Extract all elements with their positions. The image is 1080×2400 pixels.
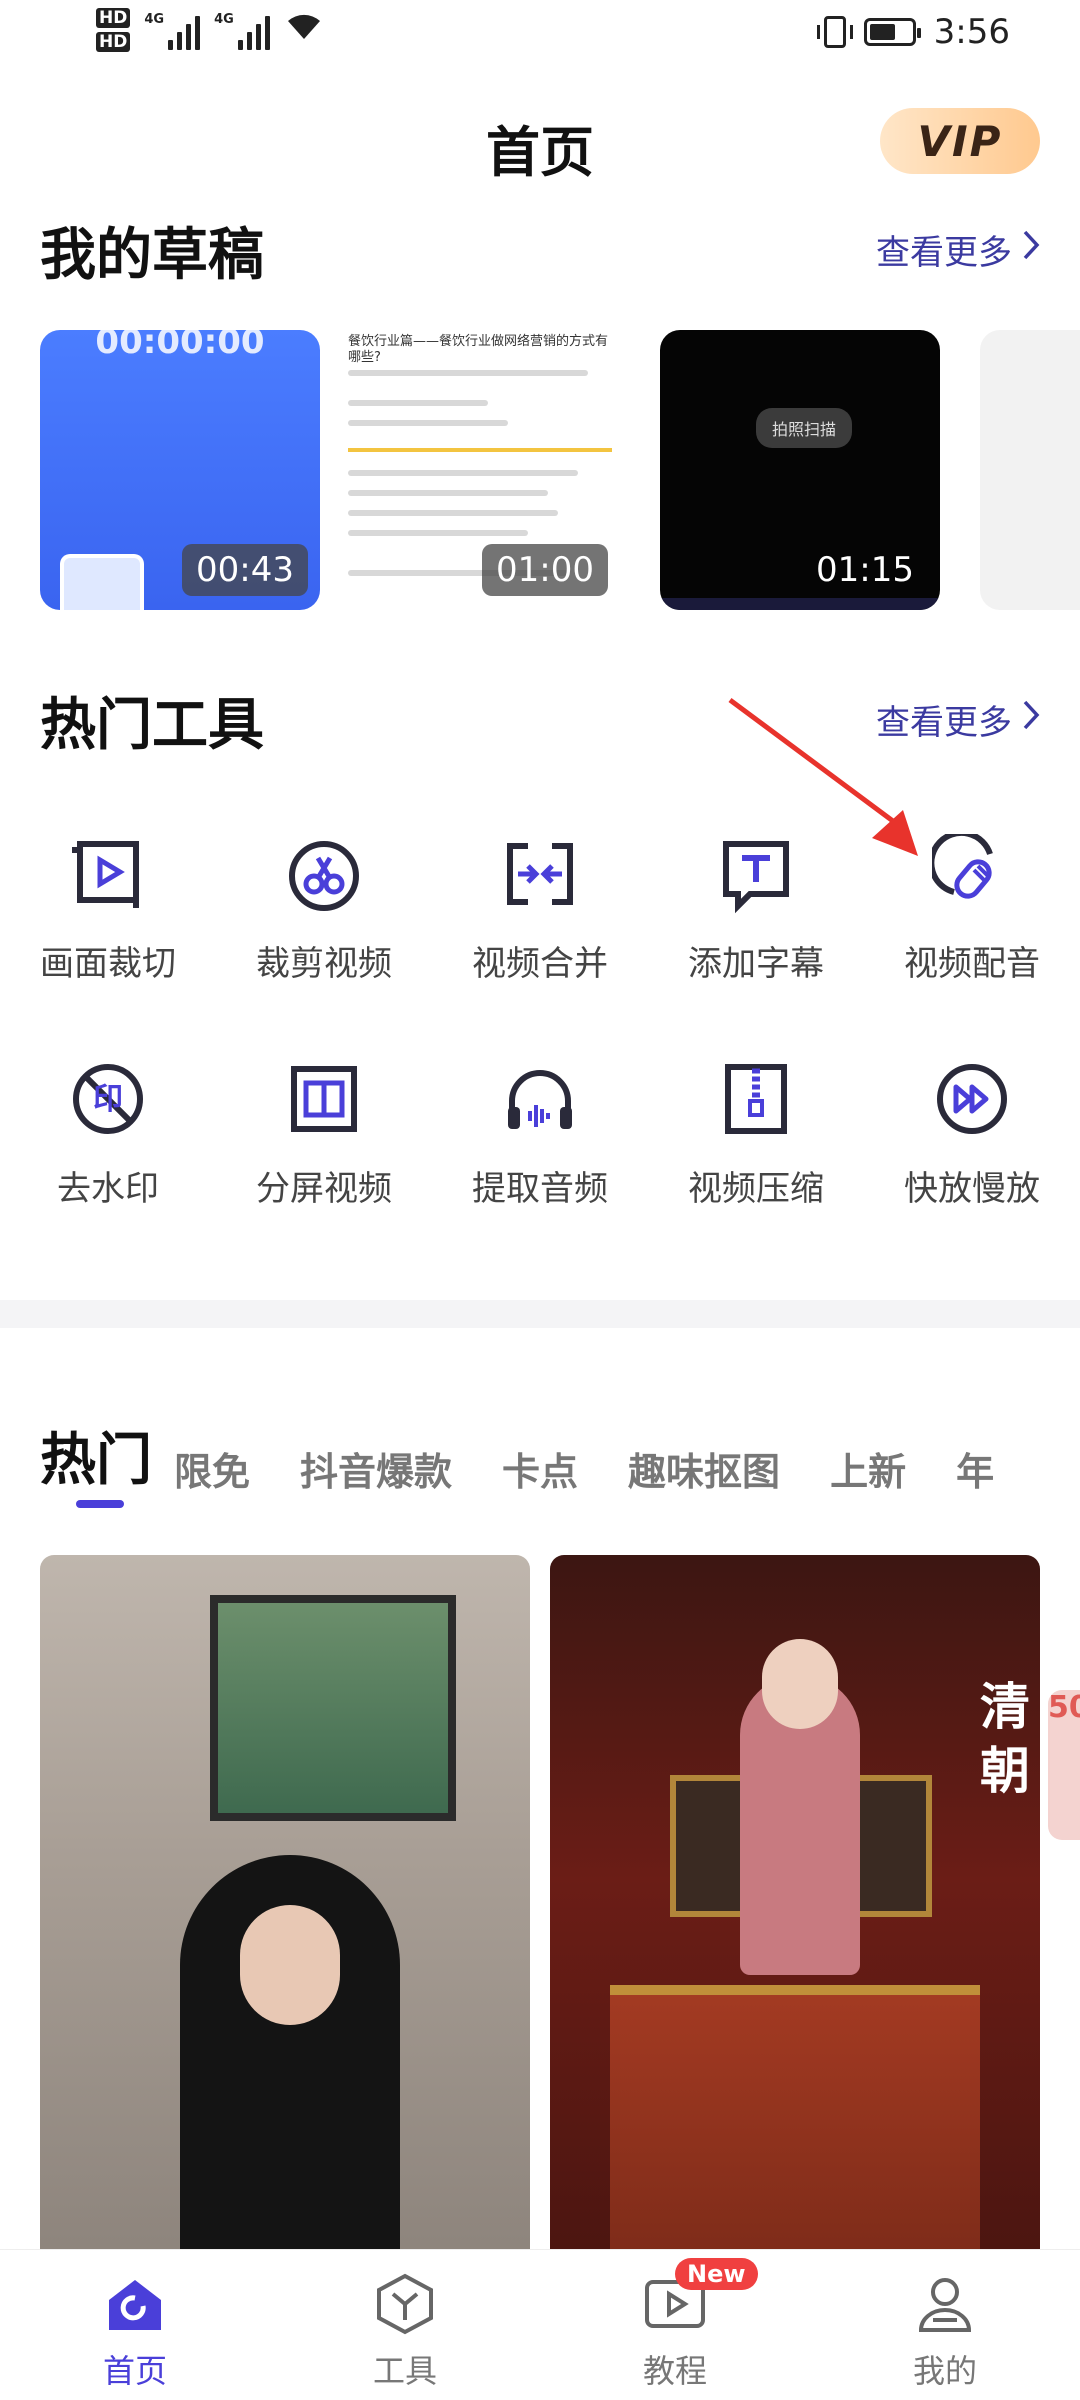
nav-profile[interactable]: 我的	[810, 2250, 1080, 2400]
tab-new[interactable]: 上新	[830, 1441, 906, 1496]
section-divider	[0, 1300, 1080, 1328]
network-type-2: 4G	[214, 12, 234, 27]
draft-duration: 00:43	[182, 544, 308, 596]
subtitle-icon	[712, 830, 800, 918]
phone-thumbnail	[60, 554, 144, 610]
nav-label: 我的	[912, 2352, 977, 2390]
face	[762, 1639, 838, 1729]
split-screen-icon	[280, 1055, 368, 1143]
tool-label: 分屏视频	[256, 1169, 392, 1209]
nav-tools[interactable]: 工具	[270, 2250, 540, 2400]
throne	[610, 1985, 980, 2275]
vibrate-icon	[816, 16, 853, 48]
speed-icon	[928, 1055, 1016, 1143]
promo-side-badge[interactable]: 50	[1048, 1690, 1080, 1840]
drafts-title: 我的草稿	[40, 223, 264, 288]
tab-beat[interactable]: 卡点	[502, 1441, 578, 1496]
status-bar: HD HD 4G 4G 3:56	[0, 0, 1080, 80]
battery-icon	[863, 18, 921, 46]
tools-title: 热门工具	[40, 693, 264, 758]
tool-label: 视频合并	[472, 944, 608, 984]
home-icon	[103, 2272, 167, 2336]
crop-play-icon	[64, 830, 152, 918]
vip-button[interactable]: VIP	[880, 108, 1040, 174]
category-tabs: 热门 限免 抖音爆款 卡点 趣味抠图 上新 年	[40, 1415, 1044, 1496]
tool-subtitle[interactable]: 添加字幕	[648, 830, 864, 985]
hd-badge-1: HD	[96, 8, 131, 28]
active-tab-indicator	[76, 1500, 124, 1508]
tab-free[interactable]: 限免	[174, 1441, 250, 1496]
nav-label: 工具	[372, 2352, 437, 2390]
tool-compress[interactable]: 视频压缩	[648, 1055, 864, 1210]
signal-icon: 4G	[144, 10, 201, 50]
tool-trim[interactable]: 裁剪视频	[216, 830, 432, 985]
draft-item[interactable]: 00:00:00 00:43	[40, 330, 320, 610]
tab-hot[interactable]: 热门	[40, 1415, 152, 1496]
zip-icon	[712, 1055, 800, 1143]
signal-icon-2: 4G	[214, 10, 270, 50]
draft-headline: 餐饮行业篇——餐饮行业做网络营销的方式有哪些?	[348, 334, 609, 365]
draft-overlay-text: 拍照扫描	[756, 408, 853, 448]
template-card[interactable]	[40, 1555, 530, 2275]
face	[240, 1905, 340, 2025]
tools-icon	[373, 2272, 437, 2336]
hd-badge-2: HD	[96, 32, 131, 52]
tool-speed[interactable]: 快放慢放	[864, 1055, 1080, 1210]
draft-item[interactable]: 餐饮行业篇——餐饮行业做网络营销的方式有哪些? 01:00	[340, 330, 620, 610]
nav-tutorial[interactable]: New 教程	[540, 2250, 810, 2400]
tool-label: 提取音频	[472, 1169, 608, 1209]
tool-label: 视频压缩	[688, 1169, 824, 1209]
template-card[interactable]: 清 朝	[550, 1555, 1040, 2275]
card-caption: 清 朝	[980, 1675, 1030, 1803]
draft-duration: 01:00	[482, 544, 608, 596]
tool-crop[interactable]: 画面裁切	[0, 830, 216, 985]
nav-label: 教程	[642, 2352, 707, 2390]
tool-label: 添加字幕	[688, 944, 824, 984]
tab-cutout[interactable]: 趣味抠图	[628, 1441, 780, 1496]
chevron-right-icon	[1022, 699, 1040, 740]
wifi-icon	[284, 9, 324, 52]
drafts-more-link[interactable]: 查看更多	[876, 225, 1040, 274]
headphones-icon	[496, 1055, 584, 1143]
tool-label: 裁剪视频	[256, 944, 392, 984]
status-right: 3:56	[816, 12, 1010, 52]
tools-more-label: 查看更多	[876, 703, 1012, 743]
clock: 3:56	[933, 12, 1010, 52]
caption-char-2: 朝	[980, 1742, 1030, 1800]
tool-dubbing[interactable]: 视频配音	[864, 830, 1080, 985]
new-badge: New	[675, 2258, 758, 2290]
hd-indicators: HD HD	[96, 8, 131, 52]
drafts-more-label: 查看更多	[876, 233, 1012, 273]
tab-year[interactable]: 年	[956, 1441, 994, 1496]
scissors-icon	[280, 830, 368, 918]
tool-label: 快放慢放	[904, 1169, 1040, 1209]
painting	[210, 1595, 456, 1821]
tool-label: 去水印	[57, 1169, 159, 1209]
nav-label: 首页	[102, 2352, 167, 2390]
tool-extract-audio[interactable]: 提取音频	[432, 1055, 648, 1210]
draft-overlay-text: 00:00:00	[95, 330, 265, 362]
nav-home[interactable]: 首页	[0, 2250, 270, 2400]
microphone-icon	[928, 830, 1016, 918]
network-type-1: 4G	[144, 12, 165, 27]
tool-label: 视频配音	[904, 944, 1040, 984]
tool-split[interactable]: 分屏视频	[216, 1055, 432, 1210]
tool-watermark[interactable]: 印 去水印	[0, 1055, 216, 1210]
tab-douyin[interactable]: 抖音爆款	[300, 1441, 452, 1496]
draft-duration: 01:15	[816, 550, 914, 590]
bottom-nav: 首页 工具 New 教程 我的	[0, 2249, 1080, 2400]
tool-merge[interactable]: 视频合并	[432, 830, 648, 985]
tools-more-link[interactable]: 查看更多	[876, 695, 1040, 744]
merge-icon	[496, 830, 584, 918]
watermark-remove-icon: 印	[64, 1055, 152, 1143]
chevron-right-icon	[1022, 229, 1040, 270]
draft-item[interactable]: 拍照扫描 01:15	[660, 330, 940, 610]
draft-item[interactable]	[980, 330, 1080, 610]
caption-char-1: 清	[980, 1678, 1030, 1736]
drafts-list: 00:00:00 00:43 餐饮行业篇——餐饮行业做网络营销的方式有哪些? 0…	[40, 330, 1080, 610]
tool-label: 画面裁切	[40, 944, 176, 984]
svg-text:印: 印	[93, 1082, 123, 1117]
status-left: HD HD 4G 4G	[96, 8, 324, 52]
profile-icon	[913, 2272, 977, 2336]
